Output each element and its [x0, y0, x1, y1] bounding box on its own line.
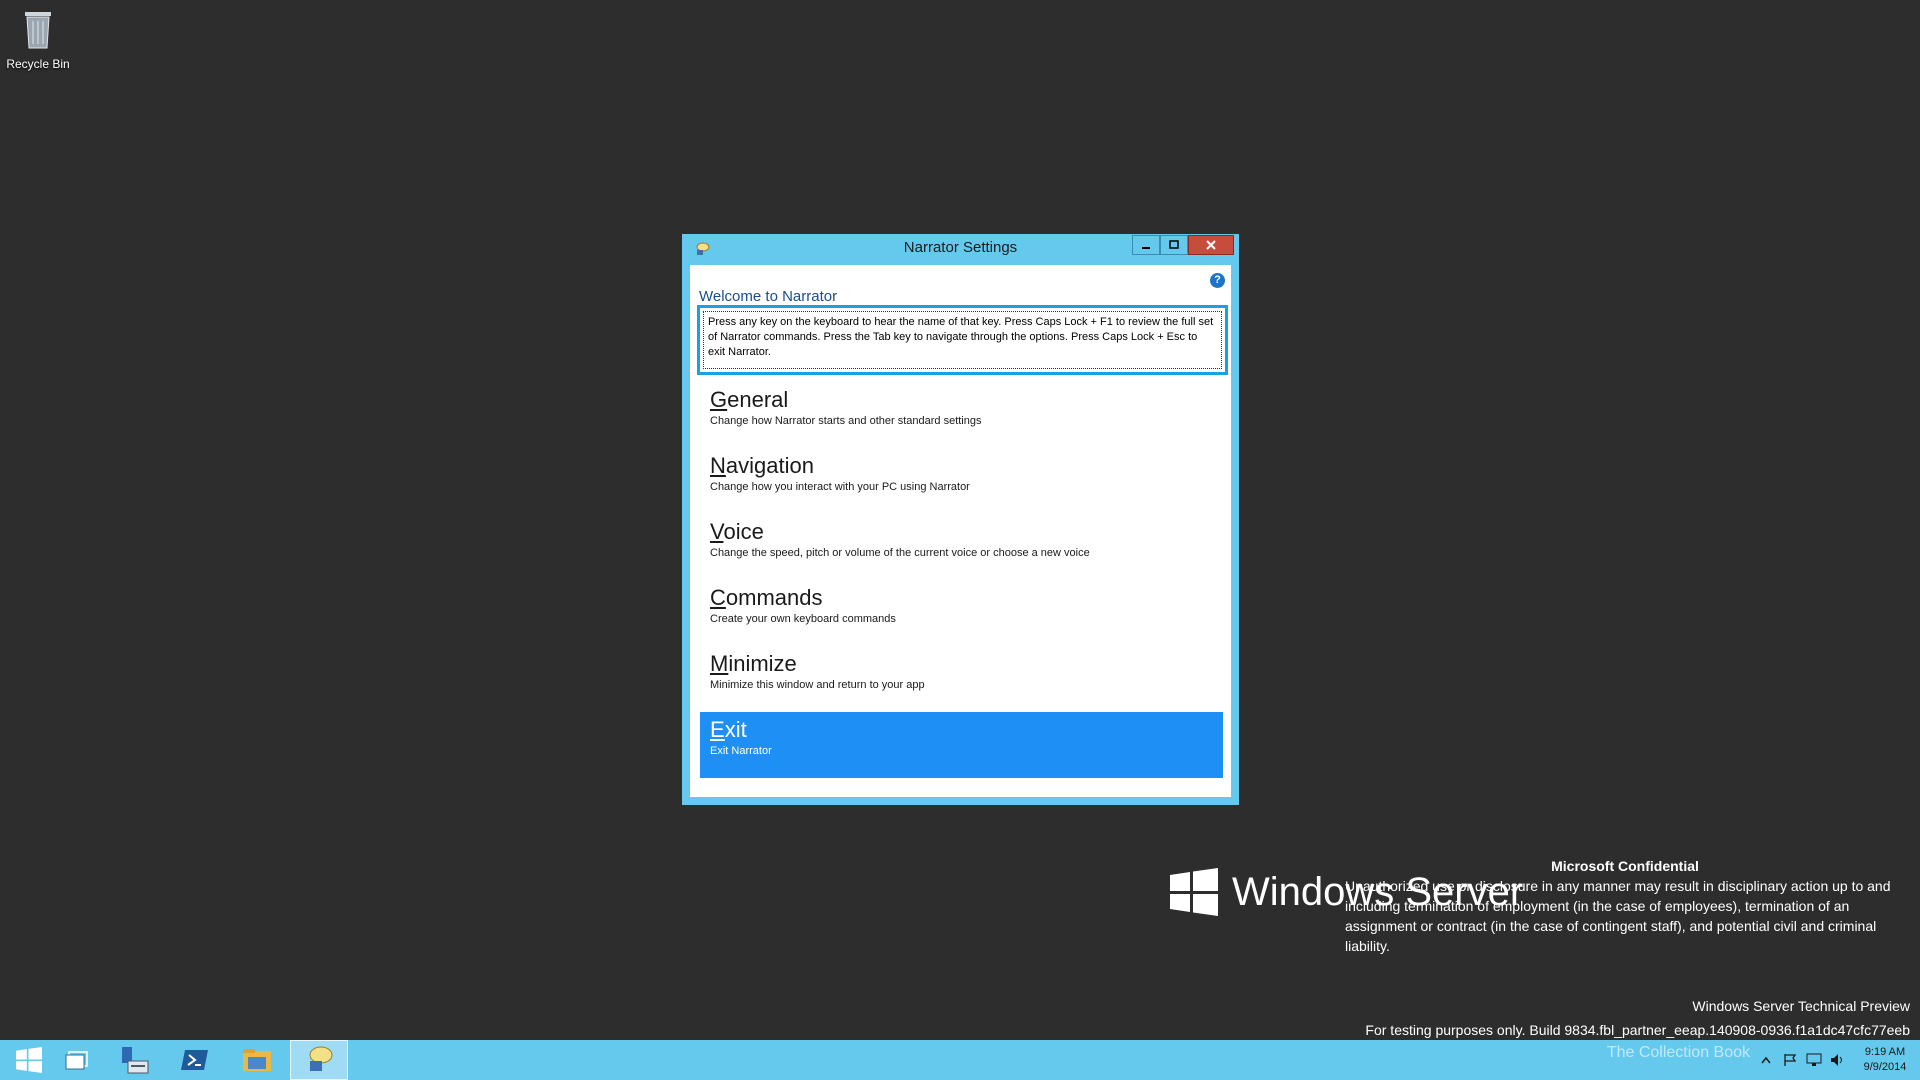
build-watermark: Windows Server Technical Preview For tes… — [1365, 994, 1910, 1042]
recycle-bin-icon — [25, 12, 51, 49]
close-button[interactable] — [1188, 235, 1234, 255]
accelerator-key: V — [710, 519, 724, 544]
menu-item-title-rest: eneral — [727, 387, 789, 412]
menu-item-title-rest: inimize — [728, 651, 797, 676]
start-windows-icon — [16, 1047, 42, 1073]
menu-item-description: Change how you interact with your PC usi… — [710, 481, 970, 493]
clock[interactable]: 9:19 AM 9/9/2014 — [1850, 1045, 1920, 1075]
maximize-icon — [1169, 240, 1179, 249]
intro-text-box[interactable]: Press any key on the keyboard to hear th… — [697, 305, 1228, 375]
narrator-settings-window: Narrator Settings ? Welcome to Narrator … — [682, 234, 1239, 805]
windows-logo-icon — [1170, 868, 1218, 916]
confidential-notice: Microsoft Confidential Unauthorized use … — [1345, 856, 1905, 956]
menu-item-description: Change the speed, pitch or volume of the… — [710, 547, 1090, 559]
powershell-button[interactable] — [166, 1040, 224, 1080]
show-hidden-icons-button[interactable] — [1754, 1040, 1778, 1080]
intro-text: Press any key on the keyboard to hear th… — [703, 311, 1222, 369]
flag-icon — [1784, 1054, 1797, 1066]
menu-item-minimize[interactable]: Minimize Minimize this window and return… — [700, 646, 1223, 712]
server-manager-button[interactable] — [106, 1040, 164, 1080]
menu-item-title: General — [710, 386, 1213, 414]
task-view-button[interactable] — [48, 1040, 106, 1080]
powershell-icon — [181, 1050, 208, 1070]
system-tray: 9:19 AM 9/9/2014 — [1754, 1040, 1920, 1080]
help-icon[interactable]: ? — [1210, 273, 1225, 288]
network-button[interactable] — [1802, 1040, 1826, 1080]
maximize-button[interactable] — [1160, 235, 1188, 255]
accelerator-key: N — [710, 453, 726, 478]
accelerator-key: E — [710, 717, 725, 742]
clock-date: 9/9/2014 — [1863, 1061, 1907, 1073]
speaker-icon — [1831, 1054, 1842, 1066]
menu-item-title: Exit — [710, 716, 1213, 744]
minimize-button[interactable] — [1132, 235, 1160, 255]
accelerator-key: C — [710, 585, 726, 610]
menu-item-title: Navigation — [710, 452, 1213, 480]
accelerator-key: M — [710, 651, 729, 676]
task-view-icon — [65, 1051, 88, 1070]
menu-item-description: Change how Narrator starts and other sta… — [710, 415, 982, 427]
close-icon — [1206, 240, 1216, 250]
minimize-icon — [1142, 247, 1150, 249]
menu-item-general[interactable]: General Change how Narrator starts and o… — [700, 382, 1223, 448]
collection-book-watermark: The Collection Book — [1606, 1044, 1750, 1061]
menu-item-title: Voice — [710, 518, 1213, 546]
accelerator-key: G — [710, 387, 728, 412]
clock-time: 9:19 AM — [1864, 1046, 1906, 1058]
network-icon — [1806, 1053, 1822, 1066]
narrator-icon — [309, 1046, 333, 1071]
server-manager-icon — [122, 1047, 149, 1074]
volume-button[interactable] — [1826, 1040, 1850, 1080]
menu-item-voice[interactable]: Voice Change the speed, pitch or volume … — [700, 514, 1223, 580]
menu-item-commands[interactable]: Commands Create your own keyboard comman… — [700, 580, 1223, 646]
chevron-up-icon — [1761, 1056, 1771, 1064]
menu-item-title-rest: ommands — [725, 585, 823, 610]
settings-menu: General Change how Narrator starts and o… — [700, 382, 1223, 778]
folder-icon — [243, 1049, 271, 1071]
welcome-heading: Welcome to Narrator — [699, 288, 838, 305]
recycle-bin[interactable]: Recycle Bin — [4, 6, 72, 71]
title-bar[interactable]: Narrator Settings — [682, 234, 1239, 264]
menu-item-title-rest: oice — [723, 519, 764, 544]
menu-item-exit[interactable]: Exit Exit Narrator — [700, 712, 1223, 778]
menu-item-description: Exit Narrator — [710, 745, 772, 757]
build-text: For testing purposes only. Build 9834.fb… — [1365, 1022, 1910, 1038]
confidential-text: Unauthorized use or disclosure in any ma… — [1345, 878, 1891, 954]
narrator-taskbar-button[interactable] — [290, 1040, 348, 1080]
menu-item-navigation[interactable]: Navigation Change how you interact with … — [700, 448, 1223, 514]
file-explorer-button[interactable] — [228, 1040, 286, 1080]
action-center-button[interactable] — [1778, 1040, 1802, 1080]
recycle-bin-label: Recycle Bin — [6, 57, 70, 71]
window-client-area: ? Welcome to Narrator Press any key on t… — [690, 265, 1231, 797]
menu-item-description: Minimize this window and return to your … — [710, 679, 925, 691]
confidential-title: Microsoft Confidential — [1551, 858, 1699, 874]
menu-item-title-rest: xit — [724, 717, 747, 742]
taskbar: The Collection Book 9:19 AM 9/9/2014 — [0, 1040, 1920, 1080]
menu-item-title-rest: avigation — [725, 453, 814, 478]
menu-item-description: Create your own keyboard commands — [710, 613, 896, 625]
edition-text: Windows Server Technical Preview — [1692, 998, 1910, 1014]
menu-item-title: Minimize — [710, 650, 1213, 678]
menu-item-title: Commands — [710, 584, 1213, 612]
